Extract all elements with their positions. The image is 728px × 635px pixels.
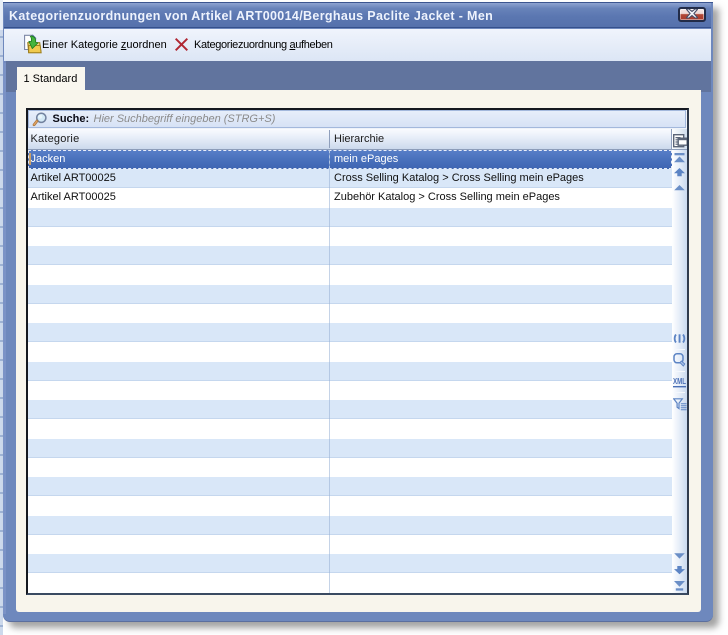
svg-text:XML: XML — [673, 376, 686, 386]
